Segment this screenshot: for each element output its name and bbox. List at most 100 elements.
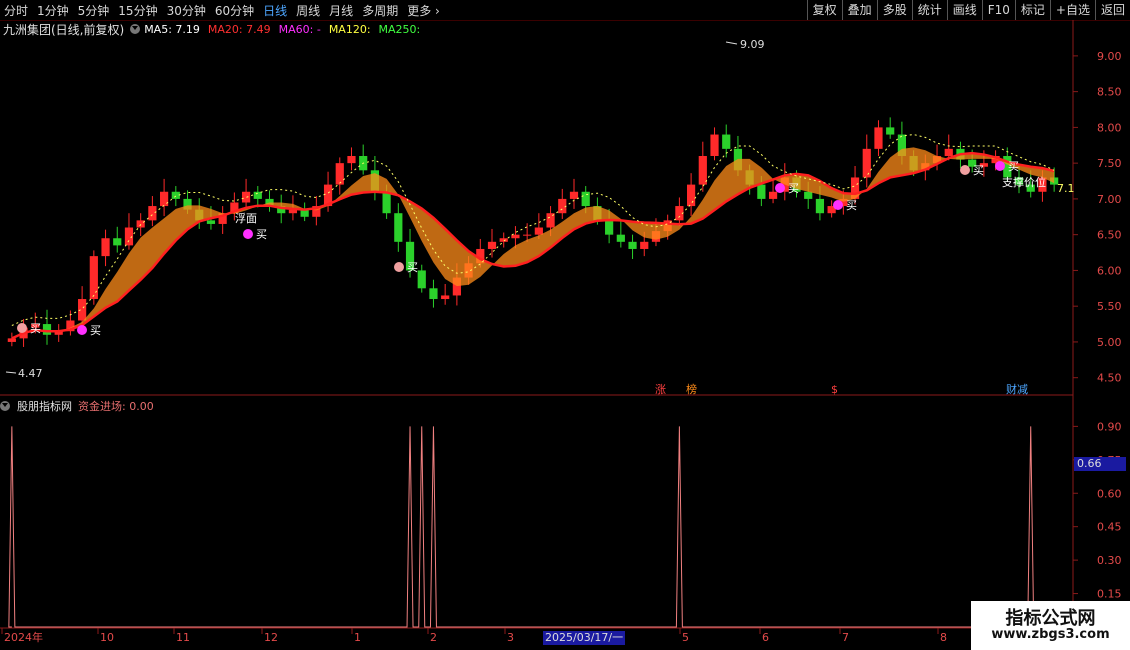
indicator-dropdown-icon[interactable] [0,401,10,411]
toolbar-button-2[interactable]: 多股 [876,0,912,20]
period-tab-0[interactable]: 分时 [4,2,28,19]
candle-body [991,156,1000,164]
date-label-0: 2024年 [4,630,43,644]
candle-body [628,241,637,249]
candle-body [733,148,743,171]
period-tab-5[interactable]: 60分钟 [215,2,254,19]
candle-body [569,191,579,199]
toolbar-button-6[interactable]: 标记 [1014,0,1050,20]
indicator-name: 股朋指标网 [17,400,72,413]
candle-body [1050,177,1059,185]
candle-body [265,198,274,207]
toolbar-button-1[interactable]: 叠加 [841,0,877,20]
buy-label: 买 [30,322,41,335]
cursor-value: 0.66 [1074,457,1126,471]
toolbar-button-0[interactable]: 复权 [806,0,842,20]
candle-body [850,177,860,199]
candle-body [768,191,778,199]
candle-body [499,238,508,242]
toolbar-button-7[interactable]: +自选 [1049,0,1095,20]
ma20-label: MA20: 7.49 [207,22,271,36]
candle-body [1003,156,1012,178]
period-tab-4[interactable]: 30分钟 [167,2,206,19]
candle-body [687,184,696,207]
candle-body [757,184,766,199]
candle-body [394,213,403,242]
candle-body [616,234,625,242]
candle-body [101,238,110,257]
high-price-arrow [725,41,738,45]
candle-body [1038,177,1047,192]
candle-body [546,213,555,228]
candle-body [651,231,661,242]
period-tab-2[interactable]: 5分钟 [78,2,110,19]
period-tab-6[interactable]: 日线 [263,2,287,19]
candle-body [370,170,379,192]
indicator-legend: 股朋指标网 资金进场: 0.00 [0,398,154,414]
ma120-label: MA120: [328,22,371,36]
date-label-11: 8 [940,631,947,644]
candle-body [124,227,134,246]
candle-body [487,241,497,249]
event-tag-1: 榜 [686,382,697,396]
indicator-tick-label: 0.60 [1097,487,1122,500]
date-label-6: 3 [507,631,514,644]
price-tick-label: 6.00 [1097,264,1122,277]
price-chart[interactable]: 9.00 8.50 8.00 7.50 7.00 6.50 6.00 5.50 5.00 4.50… [0,0,1130,650]
candle-body [710,134,719,156]
candle-body [874,127,883,149]
candle-body [347,156,356,164]
period-tab-1[interactable]: 1分钟 [37,2,69,19]
date-label-8: 5 [682,631,689,644]
date-label-10: 7 [842,631,849,644]
buy-marker [243,229,253,239]
period-tab-3[interactable]: 15分钟 [118,2,157,19]
buy-label: 买 [846,199,857,212]
candle-body [476,248,485,264]
candle-body [19,327,28,339]
period-tab-10[interactable]: 更多 › [407,2,440,19]
event-tag-0: 涨 [655,383,666,396]
period-tab-8[interactable]: 月线 [329,2,353,19]
price-tick-label: 8.50 [1097,86,1122,99]
trend-band [11,147,1055,339]
stock-name: 九洲集团(日线,前复权) [3,22,125,37]
period-tab-9[interactable]: 多周期 [362,2,398,19]
price-tick-label: 7.50 [1097,157,1122,170]
candle-body [335,163,344,185]
ma60-label: MA60: - [278,22,321,36]
indicator-tick-label: 0.15 [1097,588,1122,601]
candle-body [382,191,391,214]
candle-body [792,177,801,192]
candle-body [593,206,602,221]
last-price-mark: 7.1 [1057,182,1075,195]
candle-body [663,220,672,232]
toolbar-button-8[interactable]: 返回 [1094,0,1130,20]
candle-body [605,220,614,235]
candle-body [54,331,63,335]
candle-body [89,256,98,300]
toolbar-button-3[interactable]: 统计 [911,0,947,20]
candle-body [441,295,450,300]
low-price-mark: 4.47 [18,367,43,380]
candle-body [1026,184,1035,192]
event-tag-2: $ [831,383,838,396]
candle-body [698,156,707,185]
candle-body [171,191,180,199]
candle-body [897,134,906,156]
toolbar-button-5[interactable]: F10 [981,0,1015,20]
indicator-value: 资金进场: 0.00 [78,400,154,413]
candle-body [195,209,204,221]
toolbar-buttons: 复权 叠加 多股 统计 画线 F10 标记 +自选 返回 [806,0,1130,20]
toolbar-button-4[interactable]: 画线 [946,0,982,20]
settings-dropdown-icon[interactable] [130,24,141,34]
candle-body [944,148,953,156]
candle-body [886,127,895,135]
candle-body [921,163,930,171]
candle-body [722,134,731,149]
candle-body [780,177,789,192]
price-legend: 九洲集团(日线,前复权) MA5: 7.19 MA20: 7.49 MA60: … [0,20,428,38]
buy-label: 买 [407,261,418,274]
period-tab-7[interactable]: 周线 [296,2,320,19]
watermark-logo: 指标公式网 www.zbgs3.com [971,601,1130,650]
